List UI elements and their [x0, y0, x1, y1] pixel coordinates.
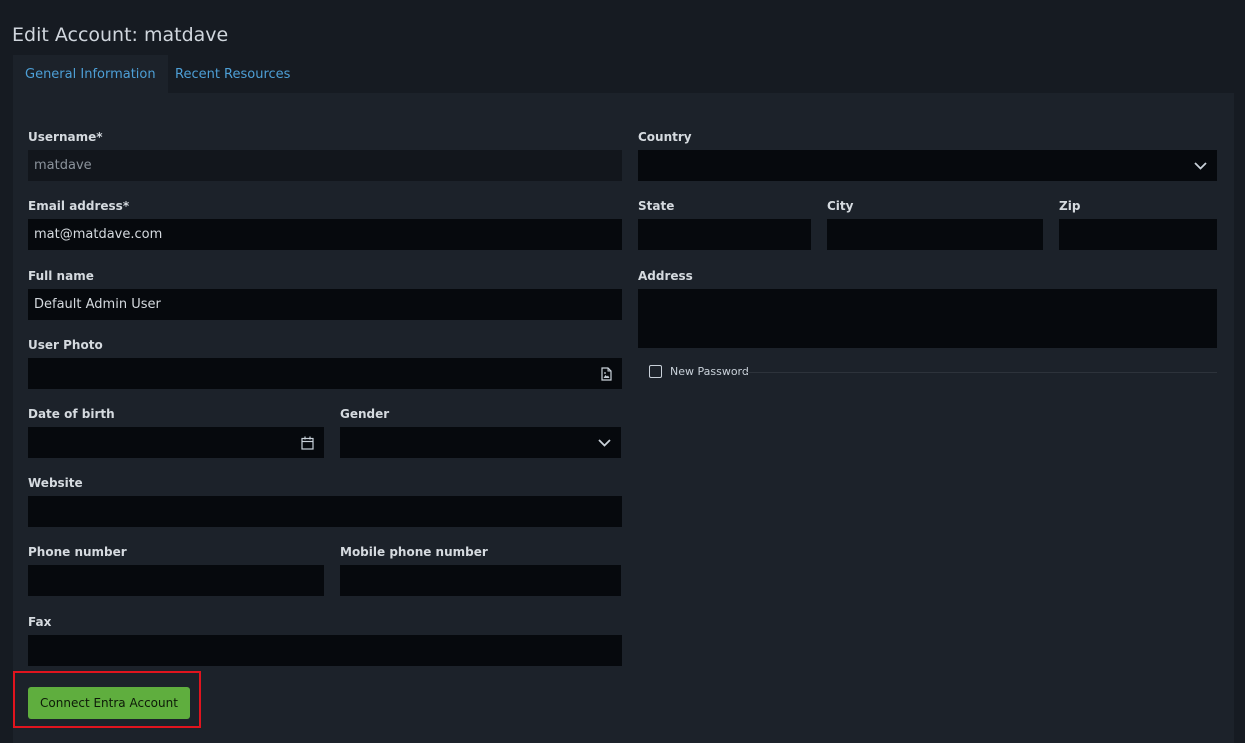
chevron-down-icon	[1194, 150, 1207, 181]
tab-recent-resources[interactable]: Recent Resources	[163, 55, 302, 93]
user-photo-label: User Photo	[28, 338, 103, 352]
fullname-label: Full name	[28, 269, 94, 283]
page-title: Edit Account: matdave	[12, 23, 229, 46]
calendar-icon[interactable]	[301, 427, 314, 458]
mobile-label: Mobile phone number	[340, 545, 488, 559]
username-input[interactable]: matdave	[28, 150, 622, 181]
address-textarea[interactable]	[638, 289, 1217, 348]
zip-input[interactable]	[1059, 219, 1217, 250]
country-label: Country	[638, 130, 692, 144]
gender-select[interactable]	[340, 427, 621, 458]
new-password-label[interactable]: New Password	[670, 365, 749, 379]
phone-label: Phone number	[28, 545, 127, 559]
new-password-divider	[747, 372, 1217, 373]
website-input[interactable]	[28, 496, 622, 527]
chevron-down-icon	[598, 427, 611, 458]
email-input[interactable]: mat@matdave.com	[28, 219, 622, 250]
fax-label: Fax	[28, 615, 52, 629]
email-label: Email address*	[28, 199, 130, 213]
state-label: State	[638, 199, 675, 213]
connect-entra-account-button[interactable]: Connect Entra Account	[28, 687, 190, 719]
tab-general-information[interactable]: General Information	[13, 55, 168, 93]
username-label: Username*	[28, 130, 103, 144]
user-photo-input[interactable]	[28, 358, 622, 389]
mobile-input[interactable]	[340, 565, 621, 596]
gender-label: Gender	[340, 407, 390, 421]
phone-input[interactable]	[28, 565, 324, 596]
fullname-input[interactable]: Default Admin User	[28, 289, 622, 320]
dob-input[interactable]	[28, 427, 324, 458]
city-label: City	[827, 199, 854, 213]
fax-input[interactable]	[28, 635, 622, 666]
country-select[interactable]	[638, 150, 1217, 181]
zip-label: Zip	[1059, 199, 1081, 213]
new-password-checkbox[interactable]	[649, 365, 662, 378]
website-label: Website	[28, 476, 83, 490]
address-label: Address	[638, 269, 693, 283]
dob-label: Date of birth	[28, 407, 115, 421]
state-input[interactable]	[638, 219, 811, 250]
city-input[interactable]	[827, 219, 1043, 250]
file-image-icon[interactable]	[601, 358, 612, 389]
